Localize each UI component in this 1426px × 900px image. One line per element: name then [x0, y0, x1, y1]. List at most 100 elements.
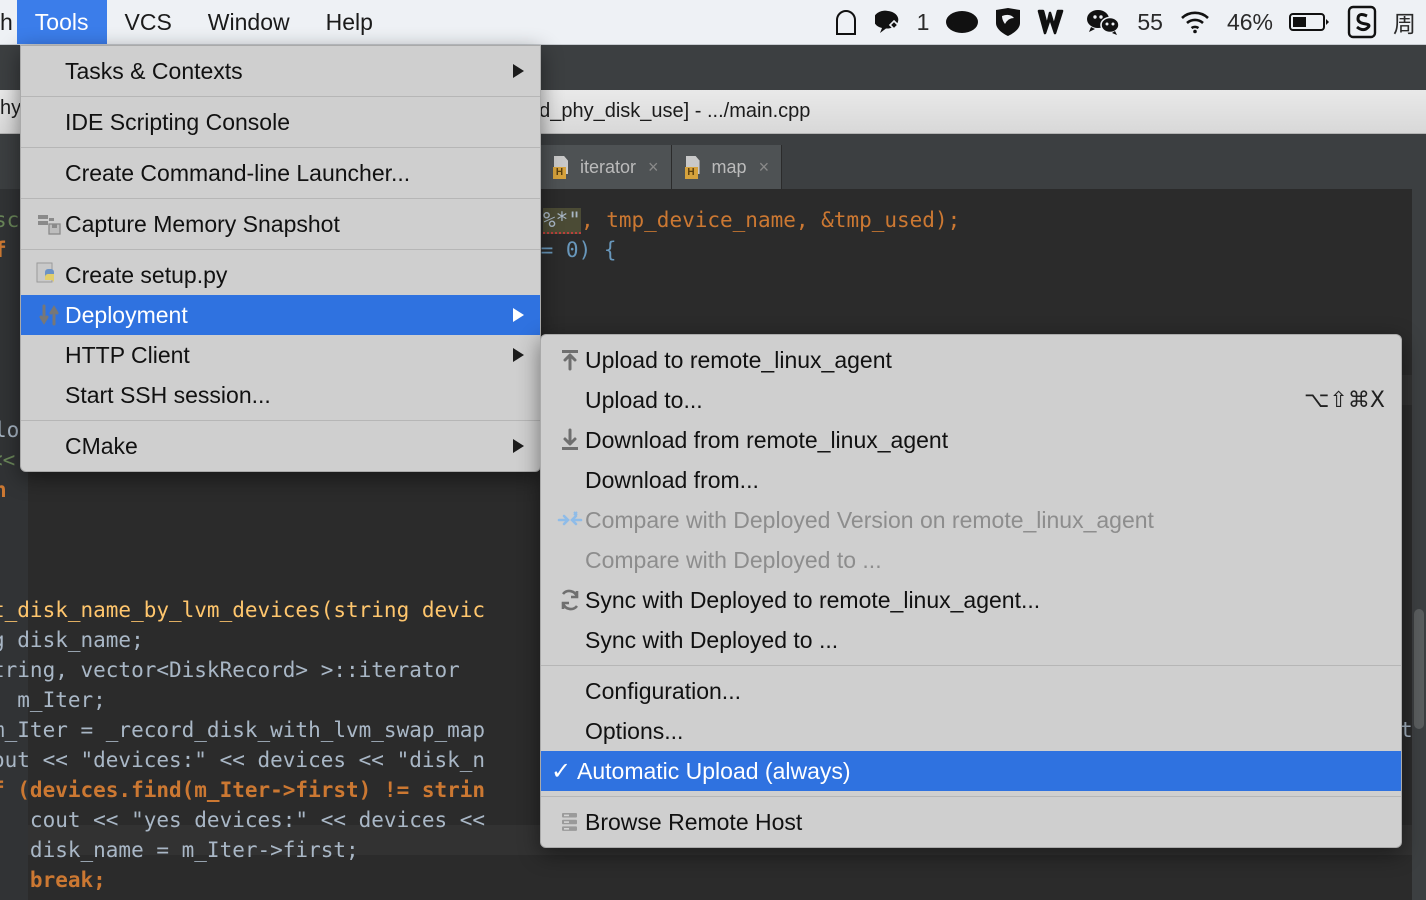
menu-item-browse-remote-host[interactable]: Browse Remote Host: [541, 802, 1401, 842]
chevron-right-icon: [513, 439, 524, 453]
code-line: break;: [0, 868, 106, 892]
checkmark-icon: ✓: [551, 757, 572, 785]
w-letter-icon[interactable]: [1037, 8, 1069, 36]
menubar-truncated-item[interactable]: h: [0, 0, 17, 44]
menu-item-upload-to[interactable]: Upload to... ⌥⇧⌘X: [541, 380, 1401, 420]
code-line: %*", tmp_device_name, &tmp_used);: [543, 205, 960, 235]
chevron-right-icon: [513, 308, 524, 322]
chevron-right-icon: [513, 348, 524, 362]
menu-item-http-client[interactable]: HTTP Client: [21, 335, 540, 375]
code-line: disk_name = m_Iter->first;: [0, 838, 359, 862]
menu-item-label: CMake: [65, 432, 138, 459]
s-letter-icon[interactable]: [1347, 5, 1377, 39]
menu-item-label: Sync with Deployed to remote_linux_agent…: [585, 586, 1041, 613]
menu-item-label: Automatic Upload (always): [577, 757, 851, 784]
menu-item-label: Compare with Deployed to ...: [585, 546, 882, 573]
menu-item-label: Browse Remote Host: [585, 808, 803, 835]
tools-menu[interactable]: Tasks & Contexts IDE Scripting Console C…: [20, 45, 541, 472]
cloud-icon[interactable]: [945, 8, 979, 36]
menu-item-label: IDE Scripting Console: [65, 108, 290, 135]
editor-tab-map[interactable]: map ×: [671, 145, 783, 189]
code-line: == 0) {: [528, 238, 617, 262]
menu-separator: [541, 665, 1401, 666]
system-menu-bar: h Tools VCS Window Help 1 55 46% 周: [0, 0, 1426, 45]
window-title-left-fragment: hy: [0, 97, 22, 119]
deployment-submenu[interactable]: Upload to remote_linux_agent Upload to..…: [540, 334, 1402, 848]
menu-item-create-command-line-launcher[interactable]: Create Command-line Launcher...: [21, 153, 540, 193]
menu-item-label: Upload to...: [585, 386, 703, 413]
header-file-icon: [684, 155, 704, 179]
tab-label: map: [711, 156, 747, 177]
menu-item-start-ssh-session[interactable]: Start SSH session...: [21, 375, 540, 415]
menu-item-options[interactable]: Options...: [541, 711, 1401, 751]
tab-label: iterator: [580, 156, 637, 177]
code-line: tring, vector<DiskRecord> >::iterator: [0, 658, 460, 682]
menu-item-label: Deployment: [65, 301, 188, 328]
menubar-item-help[interactable]: Help: [308, 0, 391, 44]
menu-item-configuration[interactable]: Configuration...: [541, 671, 1401, 711]
code-token: %*": [543, 208, 581, 234]
bag-icon[interactable]: [833, 8, 859, 36]
menu-item-label: Configuration...: [585, 677, 741, 704]
editor-vertical-scrollbar[interactable]: [1412, 189, 1426, 900]
menu-item-sync-with-deployed-to-remote-linux-agent[interactable]: Sync with Deployed to remote_linux_agent…: [541, 580, 1401, 620]
battery-percent: 46%: [1226, 8, 1273, 35]
menu-item-shortcut: ⌥⇧⌘X: [1304, 387, 1385, 413]
wifi-icon[interactable]: [1179, 10, 1211, 34]
code-line: g disk_name;: [0, 628, 144, 652]
menu-item-download-from[interactable]: Download from...: [541, 460, 1401, 500]
menu-item-download-from-remote-linux-agent[interactable]: Download from remote_linux_agent: [541, 420, 1401, 460]
code-token: , tmp_device_name, &tmp_used);: [580, 208, 961, 232]
scrollbar-thumb[interactable]: [1414, 609, 1424, 729]
compare-icon: [555, 509, 585, 531]
menubar-item-tools[interactable]: Tools: [16, 0, 107, 44]
code-fragment: sc: [0, 208, 20, 232]
header-file-icon: [552, 155, 572, 179]
menu-separator: [541, 796, 1401, 797]
menu-item-label: Create setup.py: [65, 261, 228, 288]
code-fragment: <<: [0, 448, 16, 472]
code-line: t_disk_name_by_lvm_devices(string devic: [0, 598, 486, 622]
menu-item-label: Compare with Deployed Version on remote_…: [585, 506, 1154, 533]
download-icon: [555, 428, 585, 452]
menubar-status-area: 1 55 46% 周: [833, 0, 1426, 44]
code-line: m_Iter = _record_disk_with_lvm_swap_map: [0, 718, 486, 742]
menu-item-tasks-and-contexts[interactable]: Tasks & Contexts: [21, 51, 540, 91]
close-icon[interactable]: ×: [648, 157, 659, 178]
menu-separator: [21, 249, 540, 250]
code-line: cout << "yes devices:" << devices <<: [0, 808, 486, 832]
editor-tab-iterator[interactable]: iterator ×: [540, 145, 672, 189]
menu-item-create-setup-py[interactable]: Create setup.py: [21, 255, 540, 295]
menu-item-capture-memory-snapshot[interactable]: Capture Memory Snapshot: [21, 204, 540, 244]
menu-item-compare-with-deployed-to: Compare with Deployed to ...: [541, 540, 1401, 580]
menu-item-ide-scripting-console[interactable]: IDE Scripting Console: [21, 102, 540, 142]
menubar-item-vcs[interactable]: VCS: [107, 0, 190, 44]
code-fragment: lo: [0, 418, 20, 442]
screen-root: %*", tmp_device_name, &tmp_used); == 0) …: [0, 0, 1426, 900]
python-icon: [35, 262, 65, 288]
menubar-item-window[interactable]: Window: [190, 0, 308, 44]
battery-icon[interactable]: [1289, 10, 1331, 34]
code-fragment: n: [0, 478, 7, 502]
menu-item-sync-with-deployed-to[interactable]: Sync with Deployed to ...: [541, 620, 1401, 660]
server-icon: [555, 810, 585, 834]
wechat-icon[interactable]: [1085, 8, 1121, 36]
close-icon[interactable]: ×: [759, 157, 770, 178]
shield-icon[interactable]: [995, 7, 1021, 37]
code-fragment: f: [0, 238, 7, 262]
menu-separator: [21, 420, 540, 421]
input-method-indicator[interactable]: 周: [1393, 5, 1416, 39]
notification-badge: 1: [916, 8, 930, 35]
menu-item-automatic-upload-always[interactable]: ✓ Automatic Upload (always): [541, 751, 1401, 791]
menu-separator: [21, 96, 540, 97]
menu-item-label: Options...: [585, 717, 684, 744]
menu-separator: [21, 147, 540, 148]
upload-icon: [555, 348, 585, 372]
menu-item-label: HTTP Client: [65, 341, 190, 368]
menu-item-upload-to-remote-linux-agent[interactable]: Upload to remote_linux_agent: [541, 340, 1401, 380]
menu-item-cmake[interactable]: CMake: [21, 426, 540, 466]
menu-item-label: Download from...: [585, 466, 759, 493]
speech-bubble-icon[interactable]: [874, 9, 901, 35]
menu-item-deployment[interactable]: Deployment: [21, 295, 540, 335]
menu-separator: [21, 198, 540, 199]
